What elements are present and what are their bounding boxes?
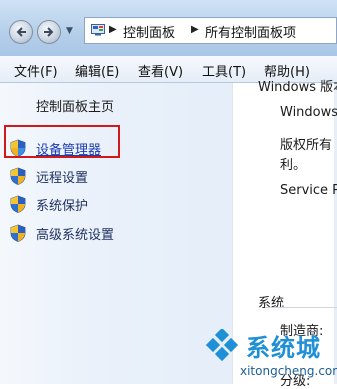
shield-icon (10, 195, 26, 213)
forward-arrow-icon (44, 27, 54, 37)
menu-edit[interactable]: 编辑(E) (75, 61, 119, 80)
copyright-text: 版权所有 (280, 138, 333, 153)
copyright-text-continued: 利。 (280, 158, 307, 173)
back-arrow-icon (16, 27, 26, 37)
recent-pages-dropdown-icon[interactable]: ▼ (66, 26, 73, 36)
menu-file[interactable]: 文件(F) (14, 61, 58, 80)
watermark-url: xitongcheng.com (240, 364, 337, 378)
system-section-header: 系统 (258, 296, 285, 311)
highlight-box (4, 125, 120, 158)
menu-view[interactable]: 查看(V) (138, 61, 183, 80)
diamond-logo-icon (206, 329, 239, 362)
title-bar: ▼ ▶ 控制面板 ▶ 所有控制面板项 (0, 0, 337, 56)
service-pack: Service P (280, 183, 337, 198)
menu-tools[interactable]: 工具(T) (202, 61, 246, 80)
shield-icon (10, 167, 26, 185)
breadcrumb-control-panel[interactable]: 控制面板 (123, 22, 175, 41)
task-label: 系统保护 (36, 199, 89, 214)
breadcrumb-separator-icon[interactable]: ▶ (191, 24, 199, 35)
control-panel-icon (91, 24, 105, 36)
shield-icon (10, 224, 26, 242)
watermark-logo: 系统城 xitongcheng.com (206, 326, 337, 384)
task-label: 远程设置 (36, 171, 89, 186)
address-bar[interactable]: ▶ 控制面板 ▶ 所有控制面板项 (84, 17, 337, 44)
watermark-brand: 系统城 (246, 334, 321, 362)
breadcrumb-all-items[interactable]: 所有控制面板项 (205, 22, 296, 41)
breadcrumb-separator-icon[interactable]: ▶ (109, 24, 117, 35)
back-button[interactable] (9, 20, 33, 44)
forward-button[interactable] (37, 20, 61, 44)
task-label: 高级系统设置 (36, 228, 115, 243)
control-panel-home-link[interactable]: 控制面板主页 (36, 96, 114, 115)
edition-name: Windows (280, 105, 337, 120)
edition-header: Windows 版本 (258, 80, 337, 95)
section-divider (265, 307, 337, 308)
